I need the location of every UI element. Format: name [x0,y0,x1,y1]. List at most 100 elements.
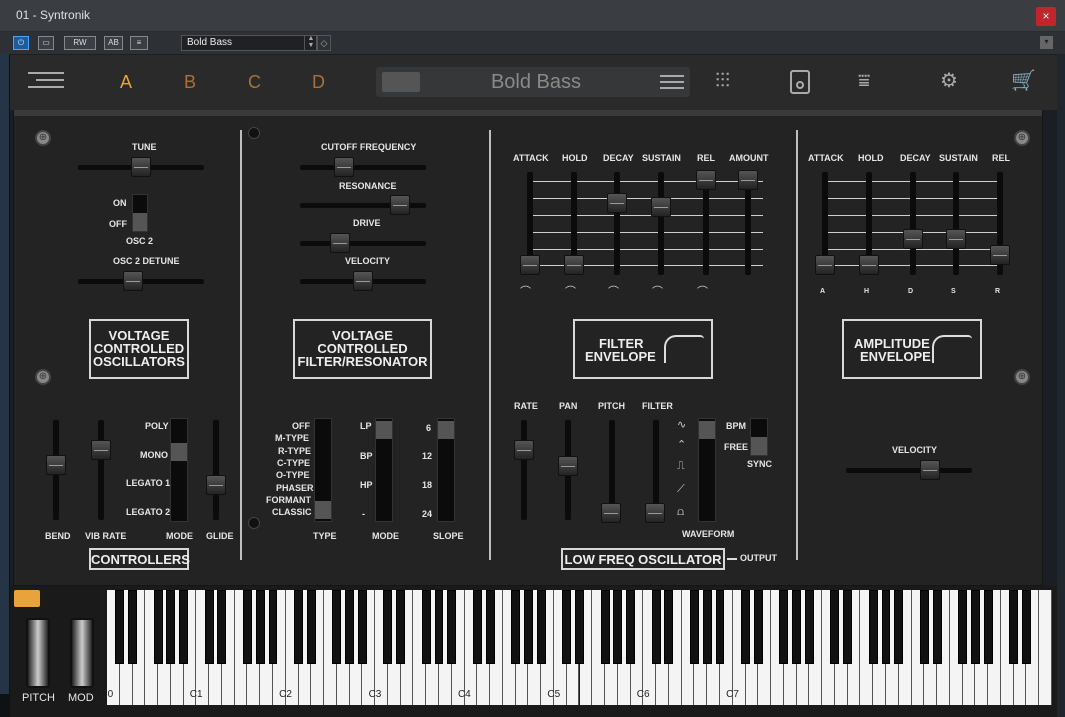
drive-slider[interactable] [300,241,426,246]
sequencer-icon[interactable]: ⩸ [858,70,870,93]
filter-mode-switch[interactable] [375,418,393,522]
voice-mode-switch[interactable] [170,418,188,522]
black-key[interactable] [421,590,431,664]
black-key[interactable] [255,590,265,664]
amp-velocity-slider[interactable] [846,468,972,473]
black-key[interactable] [357,590,367,664]
aenv-hold-knob[interactable] [859,255,879,275]
black-key[interactable] [447,590,457,664]
black-key[interactable] [523,590,533,664]
black-key[interactable] [932,590,942,664]
close-button[interactable]: × [1036,7,1056,26]
menu-icon[interactable] [28,72,64,88]
part-c-tab[interactable]: C [248,72,261,93]
vib-rate-slider[interactable] [98,420,104,520]
aenv-attack-knob[interactable] [815,255,835,275]
white-key[interactable] [1039,590,1052,705]
preset-list-icon[interactable] [660,75,684,89]
black-key[interactable] [894,590,904,664]
black-key[interactable] [881,590,891,664]
black-key[interactable] [332,590,342,664]
collapse-button[interactable]: ▾ [1040,36,1053,49]
black-key[interactable] [562,590,572,664]
tune-knob[interactable] [131,157,151,177]
black-key[interactable] [958,590,968,664]
black-key[interactable] [536,590,546,664]
black-key[interactable] [843,590,853,664]
black-key[interactable] [919,590,929,664]
aenv-decay-knob[interactable] [903,229,923,249]
osc2-switch[interactable] [132,194,148,232]
lfo-pan-knob[interactable] [558,456,578,476]
glide-slider[interactable] [213,420,219,520]
lfo-filter-knob[interactable] [645,503,665,523]
black-key[interactable] [396,590,406,664]
window-icon[interactable]: ▭ [38,36,54,50]
cart-icon[interactable]: 🛒 [1011,68,1036,93]
mod-wheel[interactable] [70,618,94,688]
aenv-decay-slider[interactable] [910,172,916,275]
black-key[interactable] [485,590,495,664]
vib-rate-knob[interactable] [91,440,111,460]
black-key[interactable] [792,590,802,664]
black-key[interactable] [179,590,189,664]
black-key[interactable] [166,590,176,664]
black-key[interactable] [741,590,750,664]
black-key[interactable] [294,590,304,664]
black-key[interactable] [128,590,137,664]
black-key[interactable] [626,590,636,664]
black-key[interactable] [115,590,125,664]
black-key[interactable] [1021,590,1031,664]
piano-keyboard[interactable]: C0 C1 C2 C3 C4 C5 C6 C7 [100,590,1052,705]
fenv-decay-slider[interactable] [614,172,620,275]
amp-velocity-knob[interactable] [920,460,940,480]
black-key[interactable] [153,590,163,664]
black-key[interactable] [715,590,725,664]
black-key[interactable] [753,590,763,664]
preset-options-icon[interactable]: ◇ [317,35,331,51]
pitch-wheel[interactable] [26,618,50,688]
black-key[interactable] [511,590,521,664]
gear-icon[interactable]: ⚙ [940,68,958,93]
keyboard-icon[interactable] [14,590,40,607]
cutoff-slider[interactable] [300,165,426,170]
black-key[interactable] [345,590,355,664]
osc2-detune-knob[interactable] [123,271,143,291]
drive-knob[interactable] [330,233,350,253]
part-b-tab[interactable]: B [184,72,196,93]
lfo-pitch-knob[interactable] [601,503,621,523]
black-key[interactable] [779,590,789,664]
vcf-velocity-knob[interactable] [353,271,373,291]
black-key[interactable] [217,590,227,664]
black-key[interactable] [868,590,878,664]
cutoff-knob[interactable] [334,157,354,177]
filter-type-switch[interactable] [314,418,332,522]
black-key[interactable] [689,590,699,664]
black-key[interactable] [830,590,840,664]
aenv-sustain-knob[interactable] [946,229,966,249]
black-key[interactable] [243,590,252,664]
speaker-icon[interactable] [790,70,810,94]
black-key[interactable] [306,590,316,664]
part-a-tab[interactable]: A [120,72,132,93]
fenv-sustain-knob[interactable] [651,197,671,217]
fenv-hold-knob[interactable] [564,255,584,275]
lfo-rate-knob[interactable] [514,440,534,460]
black-key[interactable] [804,590,814,664]
host-preset-selector[interactable]: Bold Bass [181,35,317,51]
read-write-button[interactable]: RW [64,36,96,50]
part-d-tab[interactable]: D [312,72,325,93]
black-key[interactable] [268,590,278,664]
fenv-rel-knob[interactable] [696,170,716,190]
black-key[interactable] [702,590,712,664]
black-key[interactable] [383,590,393,664]
aenv-rel-knob[interactable] [990,245,1010,265]
preset-browser[interactable]: Bold Bass [376,67,690,97]
fenv-amount-knob[interactable] [738,170,758,190]
ab-compare-button[interactable]: AB [104,36,123,50]
lfo-rate-slider[interactable] [521,420,527,520]
black-key[interactable] [1009,590,1019,664]
lfo-sync-switch[interactable] [750,418,768,456]
fenv-attack-knob[interactable] [520,255,540,275]
power-button[interactable]: ⏻ [13,36,29,50]
